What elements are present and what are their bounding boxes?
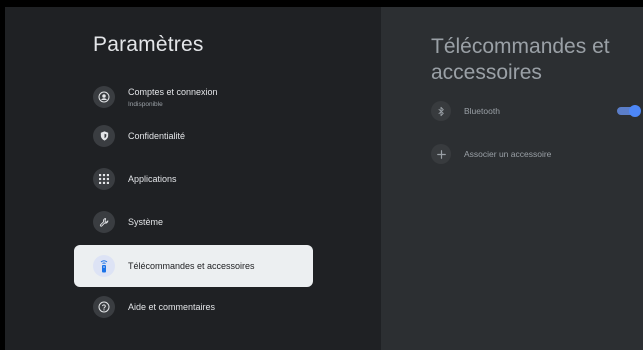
plus-icon xyxy=(431,144,451,164)
account-icon xyxy=(93,86,115,108)
help-icon xyxy=(93,296,115,318)
menu-item-label: Aide et commentaires xyxy=(128,302,216,312)
menu-item-remotes-accessories[interactable]: Télécommandes et accessoires xyxy=(74,245,313,287)
page-title: Paramètres xyxy=(93,33,204,56)
menu-item-label: Comptes et connexion xyxy=(128,86,218,97)
menu-item-label: Confidentialité xyxy=(128,131,186,141)
detail-title: Télécommandes et accessoires xyxy=(431,35,610,84)
settings-right-panel: Télécommandes et accessoires Bluetooth A… xyxy=(381,7,643,350)
menu-item-apps[interactable]: Applications xyxy=(74,158,313,200)
menu-item-system[interactable]: Système xyxy=(74,201,313,243)
menu-item-label: Système xyxy=(128,217,164,227)
bluetooth-toggle[interactable] xyxy=(617,105,641,117)
wrench-icon xyxy=(93,211,115,233)
privacy-shield-icon xyxy=(93,125,115,147)
menu-item-privacy[interactable]: Confidentialité xyxy=(74,115,313,157)
bluetooth-label: Bluetooth xyxy=(464,106,500,116)
toggle-thumb xyxy=(629,105,641,117)
bluetooth-row[interactable]: Bluetooth xyxy=(431,100,641,122)
menu-item-accounts[interactable]: Comptes et connexion Indisponible xyxy=(74,76,313,118)
menu-item-label: Applications xyxy=(128,174,177,184)
menu-item-sublabel: Indisponible xyxy=(128,100,163,108)
pair-accessory-label: Associer un accessoire xyxy=(464,149,552,159)
apps-grid-icon xyxy=(93,168,115,190)
menu-item-label: Télécommandes et accessoires xyxy=(128,261,255,271)
settings-left-panel: Paramètres Comptes et connexion Indispon… xyxy=(5,7,381,350)
pair-accessory-row[interactable]: Associer un accessoire xyxy=(431,143,639,165)
remote-icon xyxy=(93,255,115,277)
bluetooth-icon xyxy=(431,101,451,121)
menu-item-help-feedback[interactable]: Aide et commentaires xyxy=(74,286,313,328)
settings-screen: Paramètres Comptes et connexion Indispon… xyxy=(5,7,643,350)
